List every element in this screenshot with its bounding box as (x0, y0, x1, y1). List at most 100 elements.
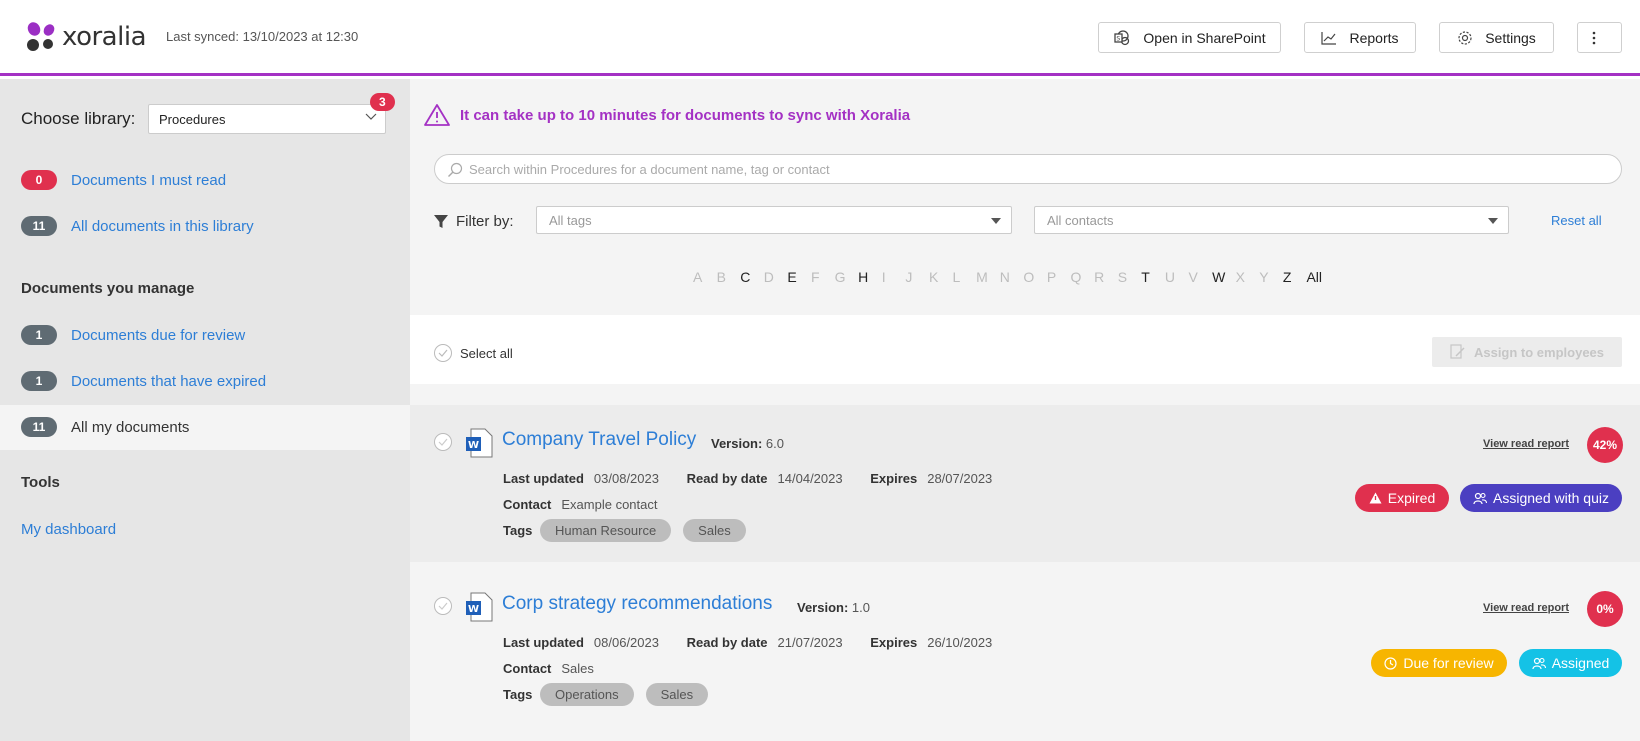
warning-icon (1369, 492, 1382, 504)
assign-to-employees-button[interactable]: Assign to employees (1432, 337, 1622, 367)
alpha-letter-e[interactable]: E (787, 269, 811, 285)
document-checkbox[interactable] (434, 433, 452, 451)
sidebar-item-all-mine[interactable]: 11 All my documents (21, 417, 189, 437)
alpha-letter-s: S (1117, 269, 1128, 285)
document-title-link[interactable]: Corp strategy recommendations (502, 593, 772, 615)
search-input[interactable]: Search within Procedures for a document … (434, 154, 1622, 184)
alpha-letter-all[interactable]: All (1306, 269, 1330, 285)
expires-value: 28/07/2023 (927, 471, 993, 486)
document-row: W Corp strategy recommendations Version:… (410, 569, 1640, 726)
open-sharepoint-button[interactable]: S Open in SharePoint (1098, 22, 1281, 53)
sidebar-item-due-review[interactable]: 1 Documents due for review (21, 325, 245, 345)
document-title-link[interactable]: Company Travel Policy (502, 429, 696, 451)
count-badge: 1 (21, 325, 57, 345)
open-sharepoint-label: Open in SharePoint (1143, 29, 1266, 46)
caret-down-icon (1488, 218, 1498, 224)
main-content: It can take up to 10 minutes for documen… (410, 79, 1640, 741)
read-by-label: Read by date (686, 471, 768, 486)
sidebar-item-expired[interactable]: 1 Documents that have expired (21, 371, 266, 391)
filter-label: Filter by: (434, 213, 514, 230)
tag-chip[interactable]: Human Resource (540, 519, 672, 542)
count-badge: 0 (21, 170, 57, 190)
view-read-report-link[interactable]: View read report (1483, 438, 1569, 450)
alpha-letter-n: N (999, 269, 1010, 285)
settings-button[interactable]: Settings (1439, 22, 1554, 53)
more-options-button[interactable] (1577, 22, 1622, 53)
tag-chip[interactable]: Sales (683, 519, 746, 542)
tags-filter-dropdown[interactable]: All tags (536, 206, 1012, 234)
document-dates: Last updated 08/06/2023 Read by date 21/07… (503, 635, 992, 650)
select-all-control[interactable]: Select all (434, 344, 513, 362)
alpha-letter-k: K (928, 269, 939, 285)
caret-down-icon (991, 218, 1001, 224)
selection-bar: Select all Assign to employees (410, 315, 1640, 384)
document-version: Version: 6.0 (711, 436, 784, 451)
version-label: Version: (711, 436, 763, 451)
last-updated-label: Last updated (503, 471, 584, 486)
select-all-checkbox[interactable] (434, 344, 452, 362)
last-updated-label: Last updated (503, 635, 584, 650)
alpha-letter-c[interactable]: C (740, 269, 764, 285)
checkmark-icon (438, 602, 448, 610)
status-label: Assigned with quiz (1493, 490, 1609, 506)
alpha-letter-y: Y (1259, 269, 1269, 285)
status-label: Due for review (1403, 655, 1494, 671)
sidebar-item-all-in-library[interactable]: 11 All documents in this library (21, 216, 254, 236)
last-updated-value: 03/08/2023 (593, 471, 659, 486)
manage-heading: Documents you manage (21, 280, 195, 297)
status-label: Expired (1387, 490, 1436, 506)
view-read-report-link[interactable]: View read report (1483, 602, 1569, 614)
sidebar-item-label: All documents in this library (71, 217, 254, 235)
tools-heading: Tools (21, 474, 60, 491)
contact-value: Example contact (561, 497, 658, 512)
expires-label: Expires (870, 471, 918, 486)
document-checkbox[interactable] (434, 597, 452, 615)
sidebar-item-label: My dashboard (21, 521, 117, 538)
sidebar-item-dashboard[interactable]: My dashboard (21, 521, 116, 538)
brand-logo[interactable]: xoralia (24, 20, 147, 54)
alpha-letter-q: Q (1070, 269, 1082, 285)
svg-text:W: W (468, 604, 479, 615)
version-value: 1.0 (851, 600, 870, 615)
tag-chip[interactable]: Sales (645, 683, 709, 706)
line-chart-icon (1321, 31, 1337, 45)
gear-icon (1458, 30, 1472, 45)
count-badge: 1 (21, 371, 57, 391)
alpha-letter-a: A (693, 269, 703, 285)
sidebar: Choose library: Procedures 3 0 Documents… (0, 79, 410, 741)
brand-name: xoralia (62, 22, 147, 52)
reset-all-link[interactable]: Reset all (1551, 213, 1602, 228)
contacts-filter-dropdown[interactable]: All contacts (1034, 206, 1509, 234)
document-row: W Company Travel Policy Version: 6.0 Las… (410, 405, 1640, 562)
read-percentage-badge: 42% (1587, 427, 1623, 463)
xoralia-logo-icon (27, 22, 55, 51)
alpha-letter-g: G (834, 269, 846, 285)
expired-status-badge: Expired (1355, 484, 1449, 512)
sharepoint-icon: S (1114, 29, 1130, 45)
alpha-letter-t[interactable]: T (1141, 269, 1165, 285)
warning-icon (424, 104, 450, 126)
alpha-letter-j: J (905, 269, 913, 285)
sidebar-item-must-read[interactable]: 0 Documents I must read (21, 170, 226, 190)
alpha-letter-w[interactable]: W (1212, 269, 1236, 285)
document-tags: Tags Human Resource Sales (503, 519, 758, 542)
reports-button[interactable]: Reports (1304, 22, 1416, 53)
document-tags: Tags Operations Sales (503, 683, 720, 706)
sync-warning-text: It can take up to 10 minutes for documen… (460, 106, 911, 124)
contact-label: Contact (503, 497, 552, 512)
alpha-letter-h[interactable]: H (858, 269, 882, 285)
tag-chip[interactable]: Operations (540, 683, 634, 706)
library-select[interactable]: Procedures (148, 104, 386, 134)
read-percentage-badge: 0% (1587, 591, 1623, 627)
alpha-letter-b: B (716, 269, 726, 285)
alpha-letter-x: X (1235, 269, 1245, 285)
sidebar-item-label: Documents due for review (71, 326, 246, 344)
sidebar-item-label: All my documents (71, 418, 190, 436)
tags-label: Tags (503, 687, 533, 702)
tags-label: Tags (503, 523, 533, 538)
people-icon (1532, 657, 1546, 669)
funnel-icon (434, 214, 448, 228)
document-version: Version: 1.0 (797, 600, 870, 615)
alpha-letter-z[interactable]: Z (1283, 269, 1307, 285)
alpha-letter-f: F (810, 269, 820, 285)
